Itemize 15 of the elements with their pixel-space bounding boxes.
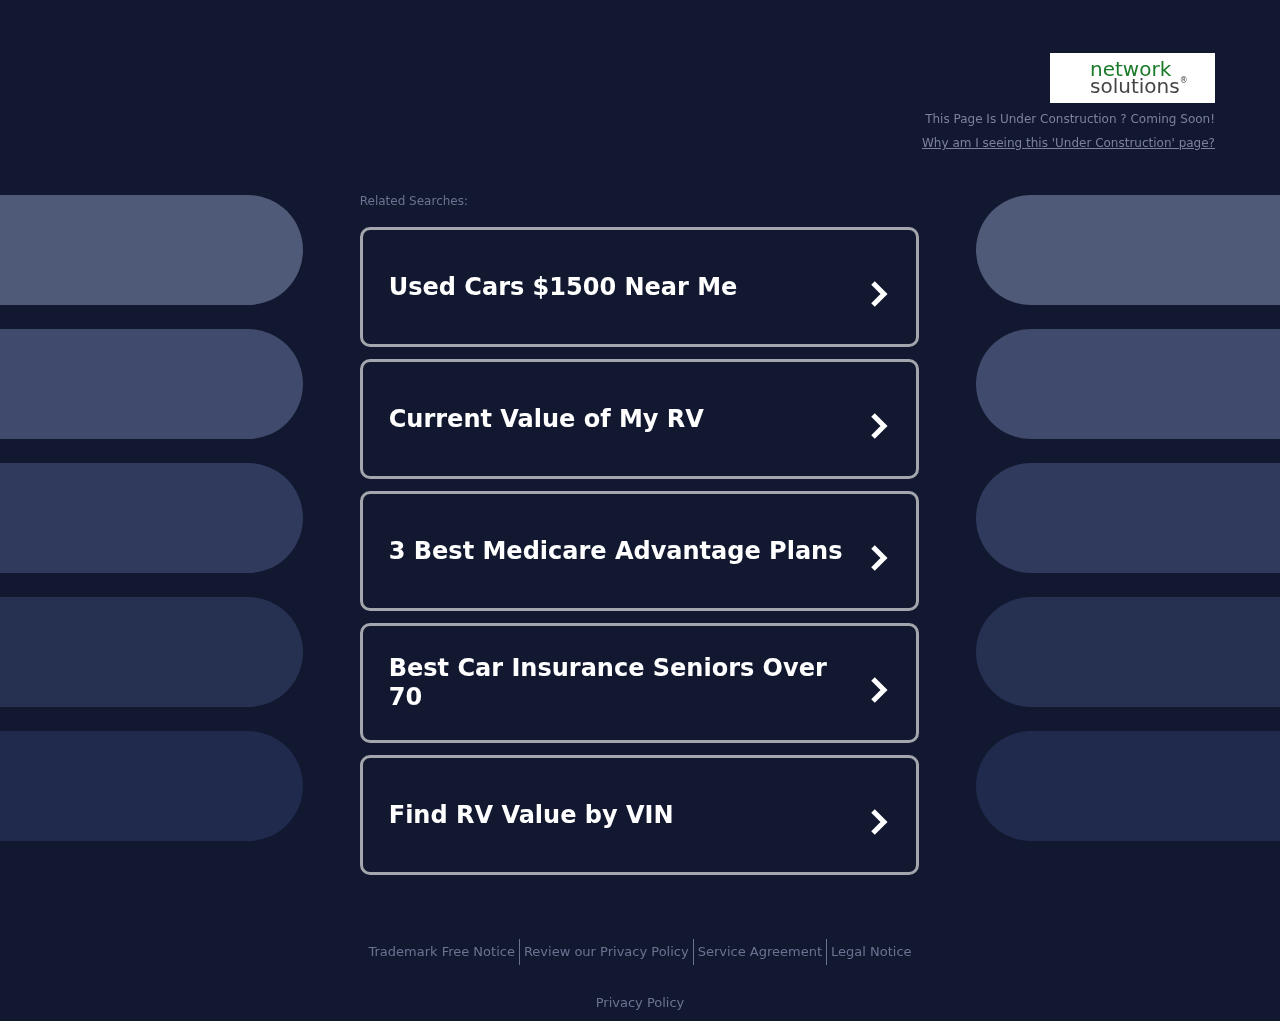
info-link[interactable]: Why am I seeing this 'Under Construction' page? xyxy=(922,134,1215,152)
logo-text: network xyxy=(1090,61,1172,78)
search-link[interactable]: Used Cars $1500 Near Me xyxy=(359,227,920,347)
footer-link[interactable]: Review our Privacy Policy xyxy=(519,942,693,962)
footer-link[interactable]: Trademark Free Notice xyxy=(364,942,519,962)
construction-notice: This Page Is Under Construction ? Coming Soon! xyxy=(925,111,1215,128)
registered-mark: ® xyxy=(1179,76,1188,85)
footer-link[interactable]: Service Agreement xyxy=(693,942,827,962)
search-link[interactable]: Find RV Value by VIN xyxy=(359,755,920,875)
footer-link[interactable]: Legal Notice xyxy=(827,942,916,962)
search-link[interactable]: Current Value of My RV xyxy=(359,359,920,479)
search-link[interactable]: Best Car Insurance Seniors Over 70 xyxy=(359,623,920,743)
search-link[interactable]: 3 Best Medicare Advantage Plans xyxy=(359,491,920,611)
footer-link[interactable]: Privacy Policy xyxy=(595,993,685,1013)
section-label: Related Searches: xyxy=(359,193,470,210)
